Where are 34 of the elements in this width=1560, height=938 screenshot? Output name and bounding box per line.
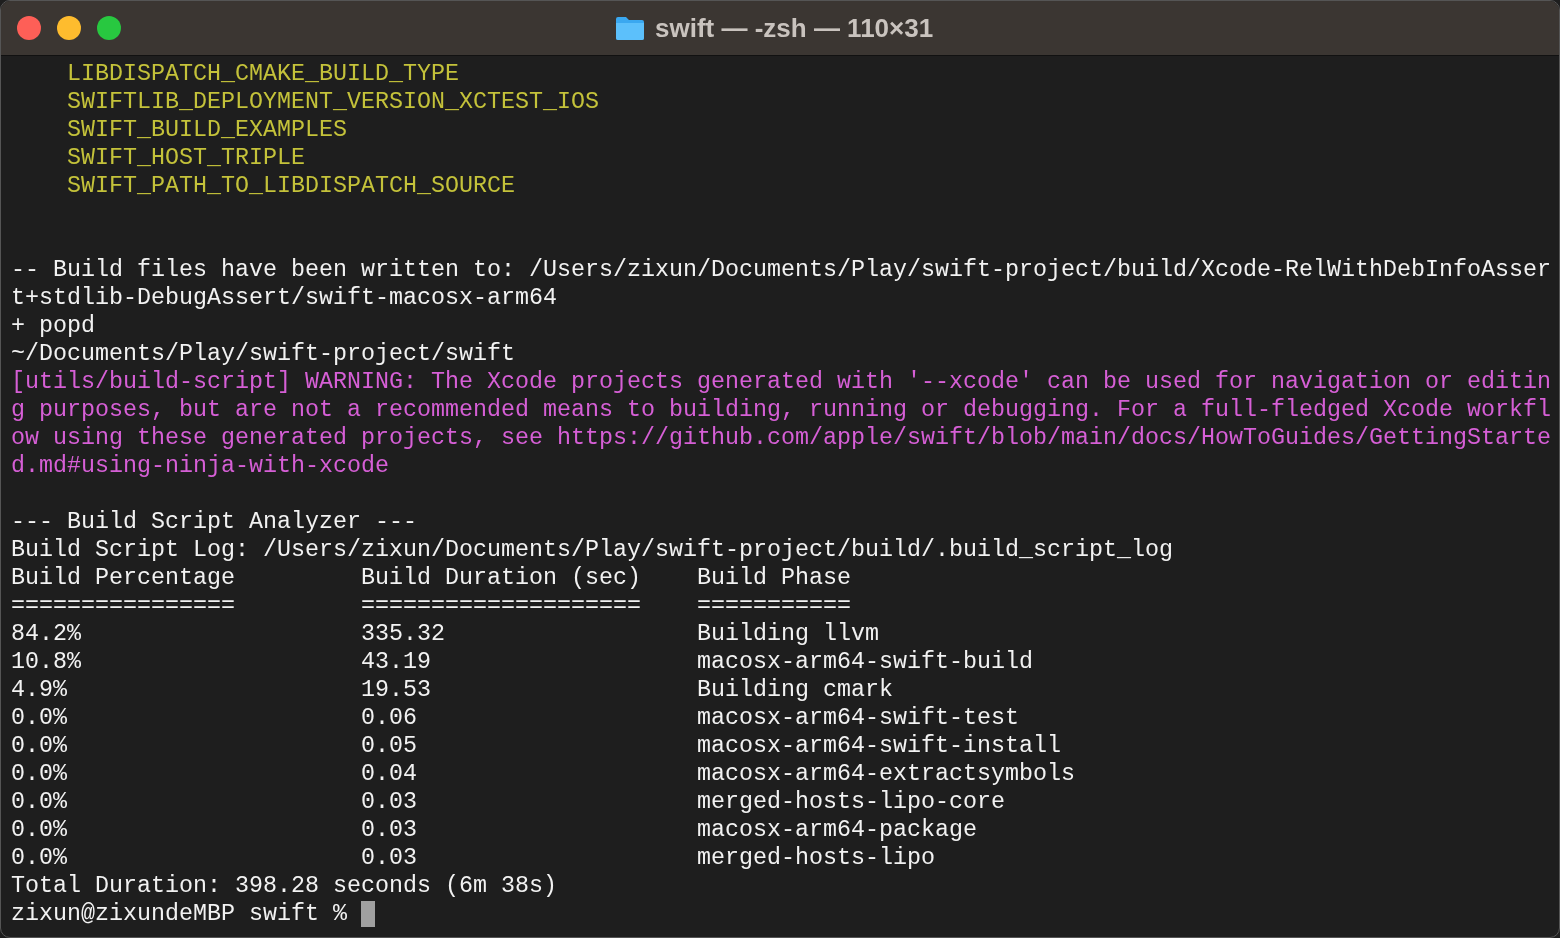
terminal-line: LIBDISPATCH_CMAKE_BUILD_TYPE [66, 61, 459, 87]
terminal-line: [utils/build-script] WARNING: The Xcode projects generated with '--xcode' can be used for navigation or editin [11, 369, 1551, 395]
terminal-line: --- Build Script Analyzer --- [11, 509, 417, 535]
close-button[interactable] [17, 16, 41, 40]
terminal-line: ~/Documents/Play/swift-project/swift [11, 341, 515, 367]
terminal-line: 0.0% 0.03 merged-hosts-lipo-core [11, 789, 1005, 815]
terminal-line: 0.0% 0.04 macosx-arm64-extractsymbols [11, 761, 1075, 787]
terminal-line: 10.8% 43.19 macosx-arm64-swift-build [11, 649, 1033, 675]
terminal-line: SWIFT_HOST_TRIPLE [66, 145, 305, 171]
text-cursor [361, 901, 375, 927]
terminal-line: 4.9% 19.53 Building cmark [11, 677, 893, 703]
terminal-line: 0.0% 0.06 macosx-arm64-swift-test [11, 705, 1019, 731]
terminal-line: g purposes, but are not a recommended means to building, running or debugging. For a full-fledged Xcode workfl [11, 397, 1551, 423]
zoom-button[interactable] [97, 16, 121, 40]
folder-icon [615, 15, 645, 41]
terminal-line: SWIFTLIB_DEPLOYMENT_VERSION_XCTEST_IOS [66, 89, 599, 115]
terminal-line: -- Build files have been written to: /Users/zixun/Documents/Play/swift-project/build/Xcode-RelWithDebInfoAsser [11, 257, 1551, 283]
window-title: swift — -zsh — 110×31 [655, 11, 934, 45]
terminal-line: Build Percentage Build Duration (sec) Build Phase [11, 565, 851, 591]
terminal-line: 0.0% 0.03 macosx-arm64-package [11, 817, 977, 843]
terminal-line: SWIFT_PATH_TO_LIBDISPATCH_SOURCE [66, 173, 515, 199]
terminal-line: + popd [11, 313, 95, 339]
terminal-line: ================ ==================== =========== [11, 593, 851, 619]
terminal-line: 0.0% 0.05 macosx-arm64-swift-install [11, 733, 1061, 759]
terminal-line: Build Script Log: /Users/zixun/Documents/Play/swift-project/build/.build_script_log [11, 537, 1173, 563]
minimize-button[interactable] [57, 16, 81, 40]
terminal-line: SWIFT_BUILD_EXAMPLES [66, 117, 347, 143]
terminal-line: t+stdlib-DebugAssert/swift-macosx-arm64 [11, 285, 557, 311]
terminal-line: 84.2% 335.32 Building llvm [11, 621, 879, 647]
terminal-line: Total Duration: 398.28 seconds (6m 38s) [11, 873, 557, 899]
terminal-line: ow using these generated projects, see https://github.com/apple/swift/blob/main/docs/HowToGuides/GettingStarte [11, 425, 1551, 451]
terminal-line: d.md#using-ninja-with-xcode [11, 453, 389, 479]
terminal-line: 0.0% 0.03 merged-hosts-lipo [11, 845, 935, 871]
shell-prompt: zixun@zixundeMBP swift % [11, 900, 347, 928]
